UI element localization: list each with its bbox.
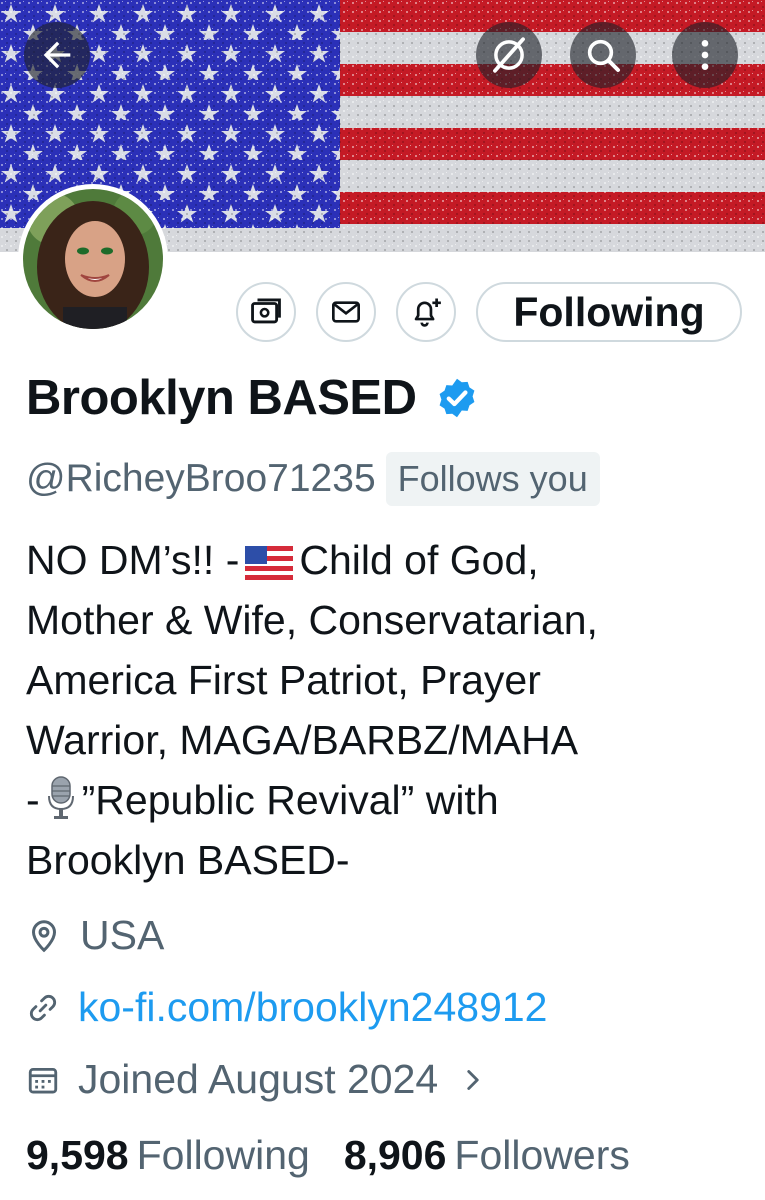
subscribe-icon [251,298,281,324]
bio-line: Mother & Wife, Conservatarian, [26,597,598,643]
follow-stats: 9,598 Following 8,906 Followers [26,1132,630,1179]
following-button[interactable]: Following [476,282,742,342]
bio-text: ”Republic Revival” with [81,777,499,823]
us-flag-emoji-icon [245,546,294,580]
avatar[interactable] [18,184,168,334]
location-pin-icon [31,919,57,952]
bio-line: NO DM’s!! - Child of God, [26,530,746,590]
chevron-right-icon [467,1069,479,1090]
bio-line: America First Patriot, Prayer [26,657,541,703]
joined-row[interactable]: Joined August 2024 [26,1056,486,1103]
search-icon [587,39,620,72]
message-button[interactable] [316,282,376,342]
verified-badge-icon[interactable] [435,376,479,420]
notify-button[interactable] [396,282,456,342]
microphone-emoji-icon [47,776,74,819]
arrow-left-icon [43,41,71,69]
following-button-label: Following [513,288,705,335]
user-handle: @RicheyBroo71235 [26,457,376,500]
profile-name-row: Brooklyn BASED [26,370,479,426]
website-link[interactable]: ko-fi.com/brooklyn248912 [78,984,547,1031]
bio-text: Child of God, [299,537,539,583]
back-button[interactable] [24,22,90,88]
bio-line: - ”Republic Revival” with [26,770,746,830]
link-icon [29,994,57,1021]
follows-you-badge: Follows you [385,452,600,506]
following-stat[interactable]: 9,598 Following [26,1132,310,1179]
profile-bio: NO DM’s!! - Child of God, Mother & Wife,… [26,530,746,890]
subscribe-button[interactable] [236,282,296,342]
envelope-icon [332,301,360,323]
location-row: USA [26,912,164,959]
bio-line: Warrior, MAGA/BARBZ/MAHA [26,717,579,763]
grok-icon [493,37,525,73]
location-text: USA [80,912,165,958]
bio-text: NO DM’s!! - [26,537,240,583]
handle-row: @RicheyBroo71235 Follows you [26,452,600,506]
more-vertical-icon [701,40,709,70]
followers-stat-label: Followers [454,1132,630,1178]
more-options-button[interactable] [672,22,738,88]
bell-plus-icon [414,298,441,327]
search-button[interactable] [570,22,636,88]
display-name: Brooklyn BASED [26,371,417,425]
followers-count: 8,906 [343,1132,447,1178]
following-stat-label: Following [136,1132,310,1178]
followers-stat[interactable]: 8,906 Followers [344,1132,630,1179]
calendar-icon [28,1067,58,1093]
bio-line: Brooklyn BASED- [26,837,350,883]
joined-text: Joined August 2024 [78,1056,439,1102]
following-count: 9,598 [26,1132,129,1178]
bio-text: - [26,777,40,823]
grok-button[interactable] [476,22,542,88]
avatar-image [23,189,163,329]
website-row: ko-fi.com/brooklyn248912 [26,984,547,1031]
